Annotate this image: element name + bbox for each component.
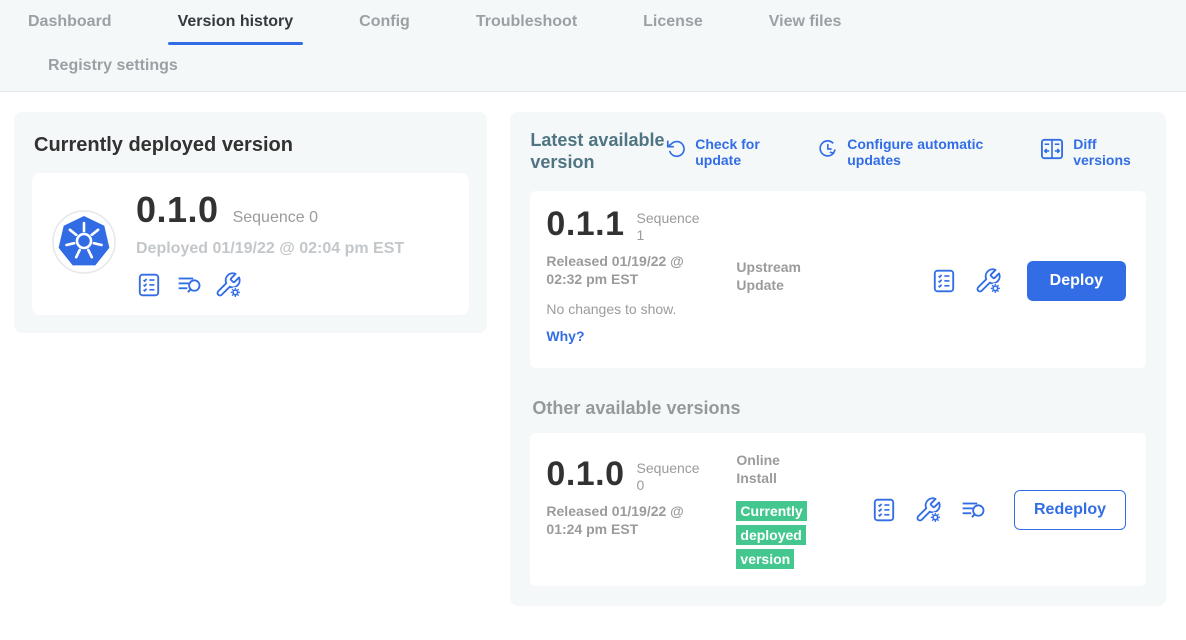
other-version-card: 0.1.0 Sequence 0 Released 01/19/22 @ 01:… <box>530 433 1146 585</box>
other-version-info: 0.1.0 Sequence 0 Released 01/19/22 @ 01:… <box>546 449 736 571</box>
diff-icon <box>1039 136 1065 167</box>
other-sequence-label: Sequence 0 <box>637 460 709 494</box>
edit-config-icon[interactable] <box>214 271 242 299</box>
latest-version-info: 0.1.1 Sequence 1 Released 01/19/22 @ 02:… <box>546 207 736 354</box>
edit-config-icon[interactable] <box>914 496 942 524</box>
deployed-version-info: 0.1.0 Sequence 0 Deployed 01/19/22 @ 02:… <box>136 189 404 299</box>
refresh-icon <box>665 138 687 165</box>
deployed-version-card: 0.1.0 Sequence 0 Deployed 01/19/22 @ 02:… <box>32 173 469 315</box>
nav-row-secondary: Registry settings <box>0 45 1186 91</box>
configure-automatic-updates-link[interactable]: Configure automatic updates <box>817 136 997 168</box>
version-history-page: Currently deployed version <box>0 92 1186 626</box>
diff-versions-link[interactable]: Diff versions <box>1039 136 1146 168</box>
check-for-update-label: Check for update <box>695 136 775 168</box>
currently-deployed-badge: Currently deployed version <box>736 501 806 569</box>
tab-version-history[interactable]: Version history <box>168 13 304 45</box>
view-logs-icon[interactable] <box>175 272 205 298</box>
deployed-sequence-label: Sequence 0 <box>233 209 318 227</box>
latest-sequence-label: Sequence 1 <box>637 210 709 244</box>
other-available-versions-title: Other available versions <box>532 398 1146 419</box>
schedule-icon <box>817 138 839 165</box>
latest-version-card: 0.1.1 Sequence 1 Released 01/19/22 @ 02:… <box>530 191 1146 368</box>
no-changes-note: No changes to show. <box>546 301 736 317</box>
why-link[interactable]: Why? <box>546 328 584 344</box>
check-for-update-link[interactable]: Check for update <box>665 136 775 168</box>
redeploy-button[interactable]: Redeploy <box>1014 490 1126 530</box>
other-version-actions: Redeploy <box>871 490 1126 530</box>
deployed-action-icons <box>136 271 404 299</box>
tab-dashboard[interactable]: Dashboard <box>18 13 122 45</box>
tab-license[interactable]: License <box>633 13 713 45</box>
top-navigation: Dashboard Version history Config Trouble… <box>0 0 1186 92</box>
preflight-checklist-icon[interactable] <box>871 497 897 523</box>
tab-registry-settings[interactable]: Registry settings <box>38 57 188 75</box>
tab-config[interactable]: Config <box>349 13 420 45</box>
deployed-version-number: 0.1.0 <box>136 189 219 231</box>
latest-version-header: Latest available version Check for updat… <box>530 130 1146 173</box>
preflight-checklist-icon[interactable] <box>931 268 957 294</box>
deployed-timestamp: Deployed 01/19/22 @ 02:04 pm EST <box>136 240 404 258</box>
edit-config-icon[interactable] <box>974 267 1002 295</box>
view-logs-icon[interactable] <box>959 497 989 523</box>
latest-available-title: Latest available version <box>530 130 665 173</box>
currently-deployed-title: Currently deployed version <box>34 134 467 157</box>
available-versions-panel: Latest available version Check for updat… <box>510 112 1166 606</box>
other-version-number: 0.1.0 <box>546 457 624 493</box>
latest-version-number: 0.1.1 <box>546 207 624 243</box>
other-version-source-col: Online Install Currently deployed versio… <box>736 449 871 571</box>
diff-versions-label: Diff versions <box>1073 136 1146 168</box>
other-released-timestamp: Released 01/19/22 @ 01:24 pm EST <box>546 502 711 538</box>
upstream-update-label: Upstream Update <box>736 258 818 294</box>
online-install-label: Online Install <box>736 451 818 487</box>
currently-deployed-panel: Currently deployed version <box>14 112 487 333</box>
deploy-button[interactable]: Deploy <box>1027 261 1126 301</box>
latest-version-actions: Deploy <box>931 261 1126 301</box>
tab-troubleshoot[interactable]: Troubleshoot <box>466 13 587 45</box>
currently-deployed-badge-wrap: Currently deployed version <box>736 500 810 572</box>
latest-version-source-col: Upstream Update <box>736 207 930 354</box>
kubernetes-logo-icon <box>52 210 116 279</box>
tab-view-files[interactable]: View files <box>759 13 852 45</box>
preflight-checklist-icon[interactable] <box>136 272 162 298</box>
nav-row-primary: Dashboard Version history Config Trouble… <box>0 13 1186 45</box>
latest-released-timestamp: Released 01/19/22 @ 02:32 pm EST <box>546 252 711 288</box>
configure-automatic-updates-label: Configure automatic updates <box>847 136 997 168</box>
